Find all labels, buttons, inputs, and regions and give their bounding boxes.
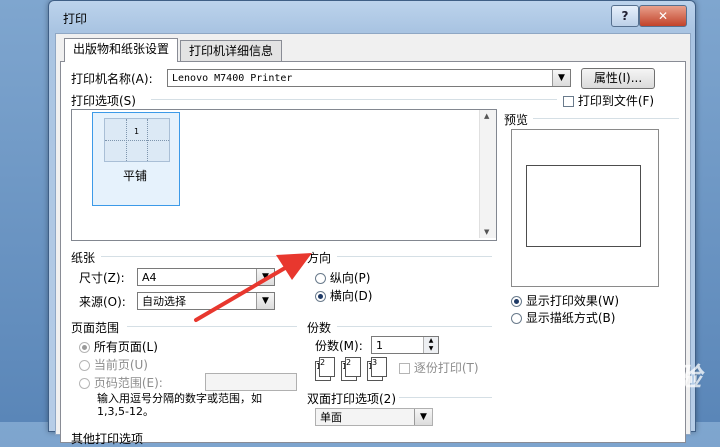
spin-down-icon[interactable]: ▼ (424, 345, 438, 353)
print-options-list[interactable]: 1 平铺 ▲ ▼ (71, 109, 497, 241)
orientation-label: 方向 (307, 251, 332, 265)
duplex-value: 单面 (320, 411, 342, 424)
page-range-hint: 输入用逗号分隔的数字或范围，如 1,3,5-12。 (97, 392, 262, 418)
collate-page-icon: 3 (371, 357, 387, 377)
watermark-url: jingyan.baidu.com (578, 392, 671, 403)
all-pages-option[interactable]: 所有页面(L) (79, 338, 158, 355)
page-numbers-input[interactable] (205, 373, 297, 391)
paper-source-value: 自动选择 (142, 295, 186, 308)
paper-source-select[interactable]: 自动选择 ▼ (137, 292, 275, 310)
printer-select-value: Lenovo M7400 Printer (172, 73, 293, 84)
paper-size-value: A4 (142, 271, 157, 284)
show-print-effect-label: 显示打印效果(W) (525, 294, 620, 308)
copies-count-label: 份数(M): (315, 339, 363, 353)
scroll-up-icon[interactable]: ▲ (484, 112, 489, 120)
preview-page (526, 165, 641, 247)
all-pages-radio[interactable] (79, 342, 90, 353)
chevron-down-icon: ▼ (256, 293, 274, 309)
collate-icon: 1 2 1 2 1 3 (315, 355, 393, 383)
copies-stepper[interactable]: 1 ▲ ▼ (371, 336, 439, 354)
paper-source-label: 来源(O): (79, 295, 126, 309)
properties-button[interactable]: 属性(I)... (581, 68, 655, 89)
show-paper-label: 显示描纸方式(B) (525, 311, 616, 325)
options-scrollbar[interactable]: ▲ ▼ (479, 110, 496, 238)
close-button[interactable]: ✕ (639, 5, 687, 27)
current-page-label: 当前页(U) (93, 358, 148, 372)
paper-size-select[interactable]: A4 ▼ (137, 268, 275, 286)
landscape-option[interactable]: 横向(D) (315, 287, 372, 304)
help-button[interactable]: ? (611, 5, 639, 27)
divider (151, 99, 557, 100)
show-print-effect-radio[interactable] (511, 296, 522, 307)
dialog-title: 打印 (63, 12, 88, 26)
printer-name-label: 打印机名称(A): (71, 72, 153, 86)
chevron-down-icon: ▼ (256, 269, 274, 285)
page-numbers-label: 页码范围(E): (93, 376, 163, 390)
landscape-label: 横向(D) (329, 289, 373, 303)
tile-option[interactable]: 1 平铺 (92, 112, 180, 206)
watermark-text: Baidu经验 (560, 363, 703, 393)
print-to-file-option[interactable]: 打印到文件(F) (563, 92, 654, 109)
show-paper-option[interactable]: 显示描纸方式(B) (511, 309, 615, 326)
chevron-down-icon: ▼ (414, 409, 432, 425)
print-options-label: 打印选项(S) (71, 94, 136, 108)
printer-select[interactable]: Lenovo M7400 Printer ▼ (167, 69, 571, 87)
divider (127, 326, 297, 327)
chevron-down-icon: ▼ (552, 70, 570, 86)
collate-checkbox[interactable] (399, 363, 410, 374)
tile-label: 平铺 (123, 169, 148, 183)
landscape-radio[interactable] (315, 291, 326, 302)
spin-up-icon[interactable]: ▲ (424, 337, 438, 345)
current-page-option[interactable]: 当前页(U) (79, 356, 148, 373)
page-numbers-option[interactable]: 页码范围(E): (79, 374, 163, 391)
other-options-label: 其他打印选项 (71, 432, 144, 446)
divider (533, 118, 679, 119)
duplex-label: 双面打印选项(2) (307, 392, 396, 406)
spin-buttons[interactable]: ▲ ▼ (423, 337, 438, 353)
divider (399, 397, 492, 398)
collate-label: 逐份打印(T) (413, 361, 479, 375)
collate-option[interactable]: 逐份打印(T) (399, 359, 479, 376)
duplex-select[interactable]: 单面 ▼ (315, 408, 433, 426)
copies-label: 份数 (307, 321, 332, 335)
collate-page-icon: 2 (345, 357, 361, 377)
divider (101, 256, 291, 257)
copies-value: 1 (376, 339, 383, 352)
print-to-file-label: 打印到文件(F) (577, 94, 655, 108)
portrait-radio[interactable] (315, 273, 326, 284)
divider (337, 326, 492, 327)
collate-page-icon: 2 (319, 357, 335, 377)
divider (337, 256, 492, 257)
show-print-effect-option[interactable]: 显示打印效果(W) (511, 292, 619, 309)
scroll-down-icon[interactable]: ▼ (484, 228, 489, 236)
page-numbers-radio[interactable] (79, 378, 90, 389)
paper-label: 纸张 (71, 251, 96, 265)
tab-printer-details[interactable]: 打印机详细信息 (180, 40, 283, 62)
all-pages-label: 所有页面(L) (93, 340, 158, 354)
tile-gridline (105, 140, 169, 141)
tile-page-number: 1 (134, 127, 140, 136)
preview-pane (511, 129, 659, 287)
current-page-radio[interactable] (79, 360, 90, 371)
preview-label: 预览 (504, 113, 529, 127)
paper-size-label: 尺寸(Z): (79, 271, 125, 285)
portrait-option[interactable]: 纵向(P) (315, 269, 370, 286)
portrait-label: 纵向(P) (329, 271, 371, 285)
tab-publication-paper[interactable]: 出版物和纸张设置 (64, 38, 179, 62)
page-range-label: 页面范围 (71, 321, 120, 335)
print-to-file-checkbox[interactable] (563, 96, 574, 107)
tile-thumbnail: 1 (104, 118, 170, 162)
show-paper-radio[interactable] (511, 313, 522, 324)
